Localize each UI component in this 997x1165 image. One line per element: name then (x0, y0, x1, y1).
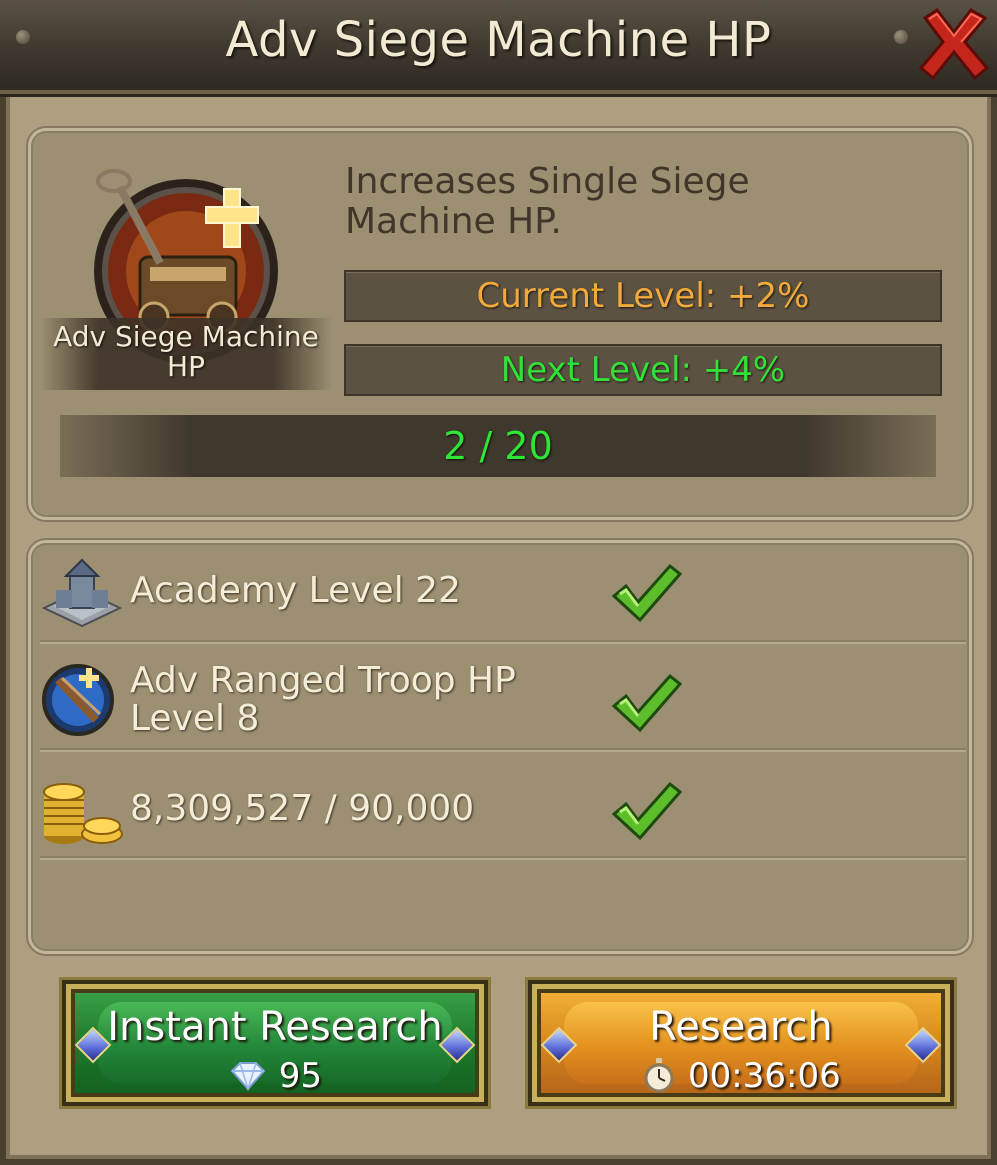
research-time: 00:36:06 (532, 1056, 950, 1096)
instant-research-label: Instant Research (107, 1004, 443, 1050)
gold-coins-icon (40, 782, 124, 850)
requirement-text: 8,309,527 / 90,000 (130, 788, 475, 829)
next-level-value: Next Level: +4% (344, 344, 942, 396)
check-icon (610, 672, 683, 738)
stopwatch-icon (644, 1058, 674, 1093)
close-button[interactable] (915, 4, 993, 82)
research-progress-bar: 2 / 20 (60, 415, 936, 477)
instant-research-cost: 95 (66, 1056, 484, 1096)
diamond-icon (230, 1062, 266, 1092)
close-x-icon (918, 7, 990, 81)
title-bar: Adv Siege Machine HP (0, 0, 997, 94)
check-icon (610, 562, 683, 628)
time-value: 00:36:06 (688, 1056, 841, 1096)
instant-research-button[interactable]: Instant Research 95 (62, 980, 488, 1106)
research-description: Increases Single Siege Machine HP. (345, 161, 750, 242)
dialog-title: Adv Siege Machine HP (225, 12, 772, 68)
cost-value: 95 (278, 1056, 323, 1096)
requirement-text: Academy Level 22 (130, 570, 461, 611)
requirement-row: 8,309,527 / 90,000 (40, 750, 966, 858)
research-icon-label: Adv Siege Machine HP (40, 318, 332, 390)
research-label: Research (649, 1004, 833, 1050)
requirement-row: Academy Level 22 (40, 556, 966, 642)
research-button[interactable]: Research 00:36:06 (528, 980, 954, 1106)
requirement-text: Adv Ranged Troop HP Level 8 (130, 660, 516, 739)
check-icon (610, 780, 683, 846)
progress-text: 2 / 20 (443, 424, 553, 468)
requirement-row: Adv Ranged Troop HP Level 8 (40, 642, 966, 750)
current-level-value: Current Level: +2% (344, 270, 942, 322)
academy-building-icon (40, 556, 123, 638)
ranged-troop-hp-icon (40, 662, 116, 742)
